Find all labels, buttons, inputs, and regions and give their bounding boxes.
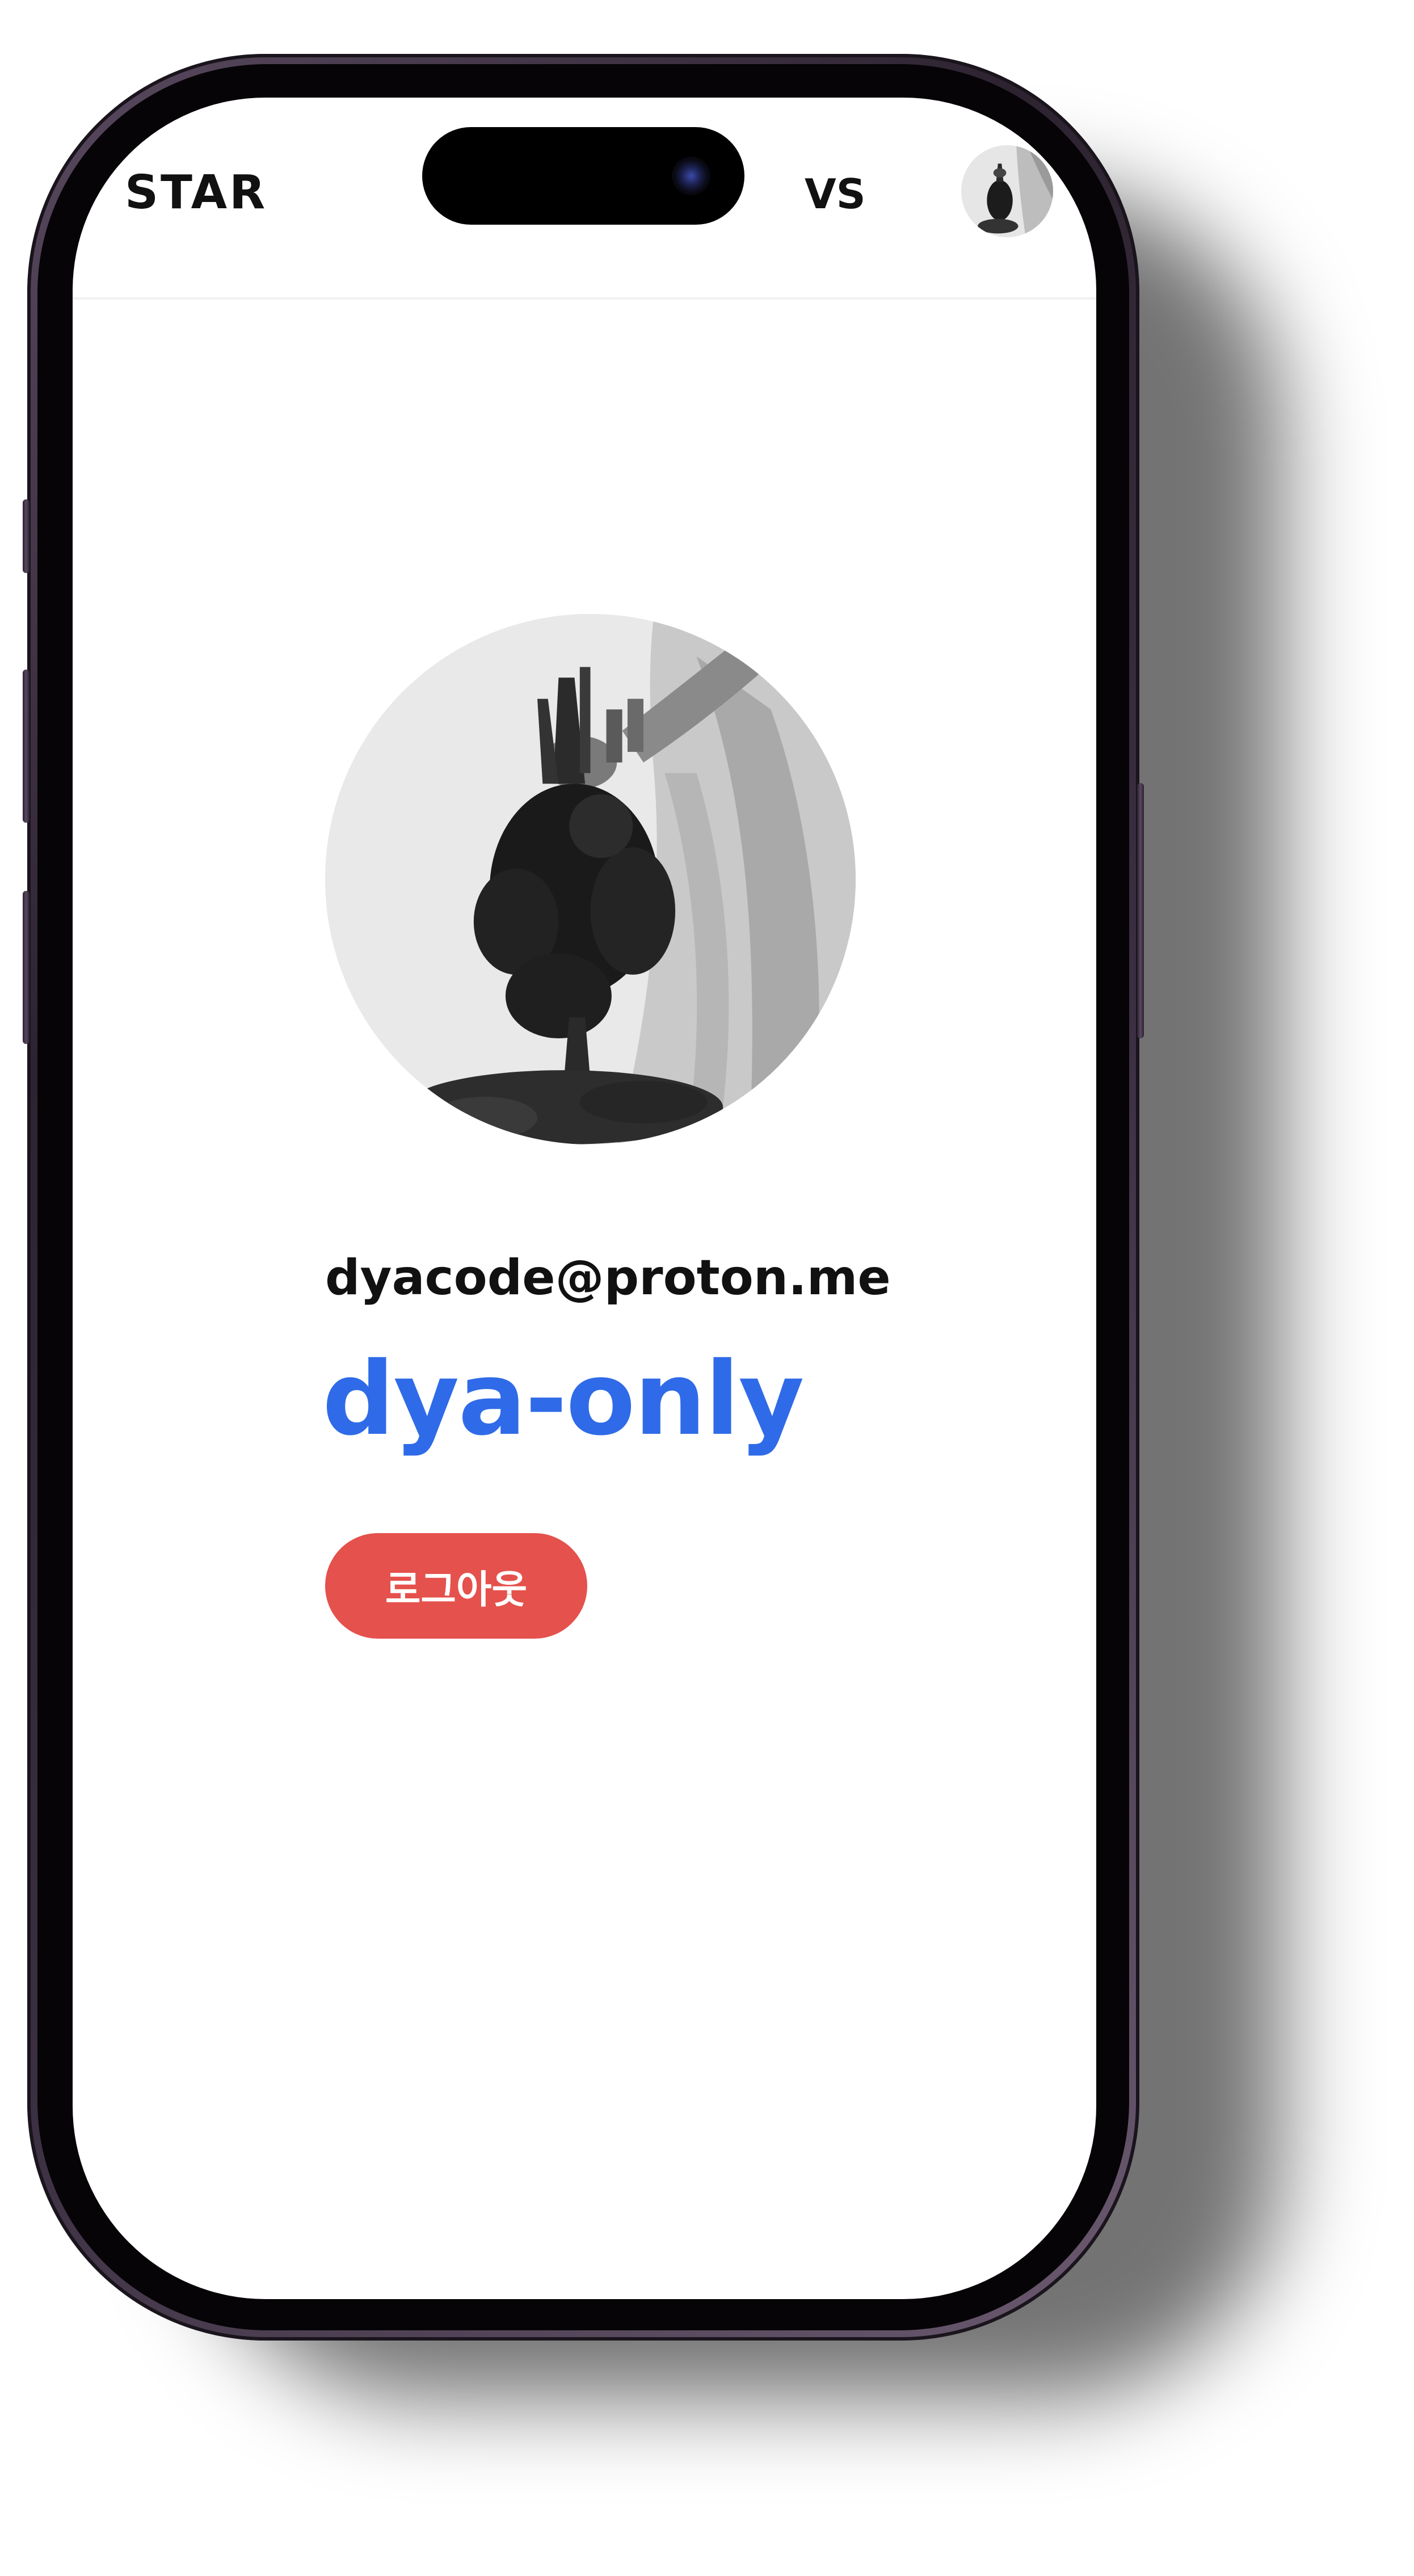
action-button xyxy=(23,499,30,573)
user-name: dya-only xyxy=(322,1340,804,1458)
vs-nav-link[interactable]: VS xyxy=(805,170,866,218)
mockup-stage: STAR VS dyacode@proton.me dya-only 로그아웃 xyxy=(0,0,1414,2576)
user-email: dyacode@proton.me xyxy=(325,1249,891,1306)
dynamic-island xyxy=(422,127,744,225)
logout-button[interactable]: 로그아웃 xyxy=(325,1533,587,1639)
app-header: STAR VS xyxy=(73,98,1096,300)
volume-down-button xyxy=(23,891,30,1044)
volume-up-button xyxy=(23,670,30,823)
camera-icon xyxy=(672,157,710,195)
app-logo[interactable]: STAR xyxy=(125,166,267,220)
profile-photo-icon xyxy=(325,614,856,1144)
user-avatar-icon[interactable] xyxy=(961,145,1053,237)
power-button xyxy=(1137,783,1144,1038)
app-screen: STAR VS dyacode@proton.me dya-only 로그아웃 xyxy=(73,98,1096,2299)
